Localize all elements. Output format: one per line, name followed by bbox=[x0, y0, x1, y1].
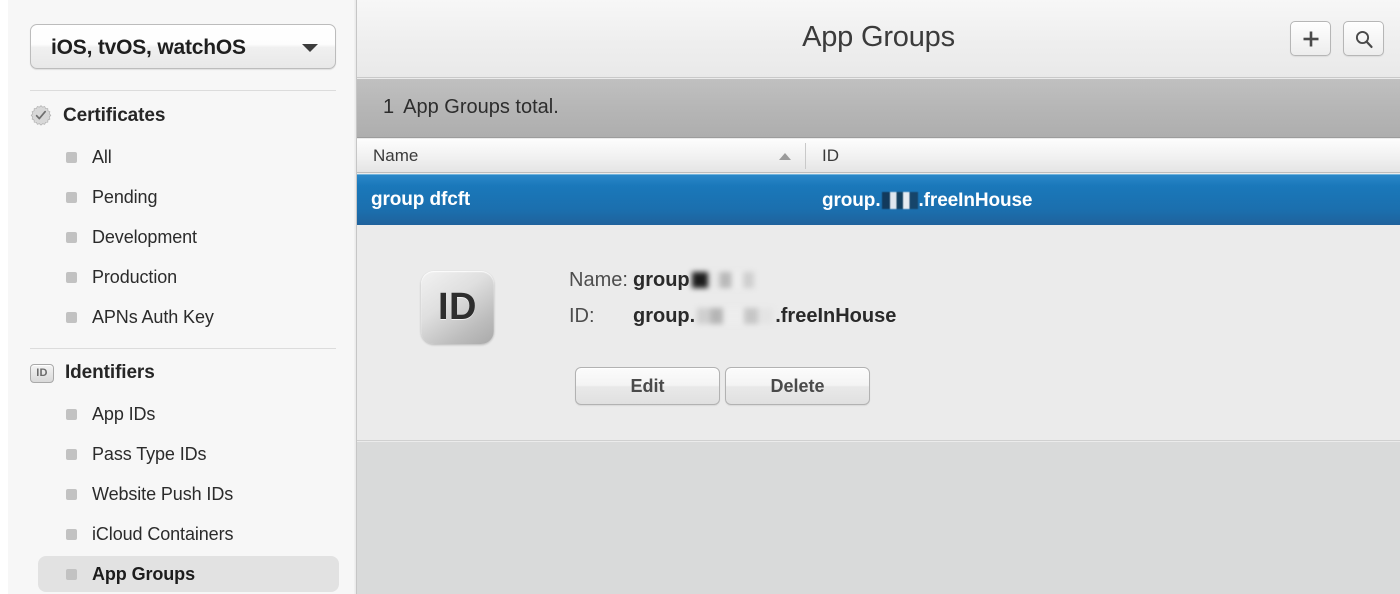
platform-select[interactable]: iOS, tvOS, watchOS bbox=[30, 24, 336, 69]
detail-panel: ID Name: group ID: group. .freeInHouse Ed… bbox=[357, 225, 1400, 441]
sidebar-item-app-groups[interactable]: App Groups bbox=[38, 556, 339, 592]
bullet-icon bbox=[66, 528, 77, 540]
bullet-icon bbox=[66, 271, 77, 283]
cell-id-suffix: .freeInHouse bbox=[918, 189, 1033, 211]
detail-value-name-prefix: group bbox=[633, 268, 690, 291]
edit-button[interactable]: Edit bbox=[575, 367, 720, 405]
status-bar: 1 App Groups total. bbox=[357, 79, 1400, 138]
sidebar: iOS, tvOS, watchOS Certificates All Pend… bbox=[8, 0, 357, 594]
id-app-group-icon: ID bbox=[421, 271, 494, 344]
search-button[interactable] bbox=[1343, 21, 1384, 56]
sidebar-item-development[interactable]: Development bbox=[38, 219, 339, 255]
sidebar-item-label: App Groups bbox=[92, 563, 195, 584]
redaction-block bbox=[697, 308, 774, 324]
table-header: Name ID bbox=[357, 139, 1400, 173]
sidebar-item-production[interactable]: Production bbox=[38, 259, 339, 295]
search-icon bbox=[1355, 30, 1373, 48]
detail-label-id: ID: bbox=[569, 304, 595, 327]
delete-button[interactable]: Delete bbox=[725, 367, 870, 405]
sidebar-divider-top bbox=[30, 90, 336, 91]
bullet-icon bbox=[66, 408, 77, 420]
detail-value-id: group. .freeInHouse bbox=[633, 305, 896, 328]
detail-field-id: ID: group. .freeInHouse bbox=[569, 303, 896, 329]
table-row[interactable]: group dfcft group. .freeInHouse bbox=[357, 174, 1400, 225]
sidebar-item-apns-auth-key[interactable]: APNs Auth Key bbox=[38, 299, 339, 335]
platform-select-value: iOS, tvOS, watchOS bbox=[51, 36, 246, 59]
bullet-icon bbox=[66, 311, 77, 323]
add-app-group-button[interactable] bbox=[1290, 21, 1331, 56]
sidebar-item-label: Pass Type IDs bbox=[92, 443, 207, 464]
main-content: App Groups 1 App Groups total. Name ID g… bbox=[357, 0, 1400, 594]
sidebar-group-certificates: Certificates bbox=[30, 102, 165, 130]
sidebar-divider-middle bbox=[30, 348, 336, 349]
status-label: App Groups total. bbox=[403, 96, 559, 118]
cell-id: group. .freeInHouse bbox=[822, 175, 1032, 225]
sidebar-item-label: Pending bbox=[92, 186, 158, 207]
redaction-block bbox=[881, 191, 918, 209]
bullet-icon bbox=[66, 191, 77, 203]
certificate-seal-icon bbox=[30, 105, 52, 126]
bullet-icon bbox=[66, 151, 77, 163]
sidebar-item-label: Website Push IDs bbox=[92, 483, 234, 504]
bullet-icon bbox=[66, 488, 77, 500]
detail-value-id-suffix: .freeInHouse bbox=[775, 304, 897, 327]
sidebar-item-label: All bbox=[92, 146, 112, 167]
sidebar-group-label: Identifiers bbox=[65, 362, 155, 383]
bullet-icon bbox=[66, 231, 77, 243]
column-divider bbox=[805, 143, 806, 169]
status-text: 1 App Groups total. bbox=[383, 79, 559, 138]
cell-name: group dfcft bbox=[371, 189, 471, 210]
cell-id-prefix: group. bbox=[822, 189, 881, 211]
id-badge-icon: ID bbox=[30, 363, 54, 383]
sidebar-item-label: iCloud Containers bbox=[92, 523, 234, 544]
status-count: 1 bbox=[383, 96, 395, 118]
sidebar-item-all[interactable]: All bbox=[38, 139, 339, 175]
sidebar-group-identifiers: ID Identifiers bbox=[30, 359, 155, 387]
sidebar-item-label: App IDs bbox=[92, 403, 156, 424]
sort-ascending-icon bbox=[779, 153, 791, 160]
page-title: App Groups bbox=[802, 21, 955, 53]
sidebar-item-label: Production bbox=[92, 266, 178, 287]
sidebar-item-label: Development bbox=[92, 226, 197, 247]
plus-icon bbox=[1303, 31, 1318, 46]
empty-area bbox=[357, 442, 1400, 594]
sidebar-item-app-ids[interactable]: App IDs bbox=[38, 396, 339, 432]
detail-field-name: Name: group bbox=[569, 267, 756, 293]
sidebar-group-label: Certificates bbox=[63, 105, 166, 126]
sidebar-item-website-push-ids[interactable]: Website Push IDs bbox=[38, 476, 339, 512]
header-bar: App Groups bbox=[357, 0, 1400, 78]
app-window: iOS, tvOS, watchOS Certificates All Pend… bbox=[0, 0, 1400, 594]
sidebar-item-pending[interactable]: Pending bbox=[38, 179, 339, 215]
bullet-icon bbox=[66, 568, 77, 580]
sidebar-item-pass-type-ids[interactable]: Pass Type IDs bbox=[38, 436, 339, 472]
bullet-icon bbox=[66, 448, 77, 460]
detail-value-id-prefix: group. bbox=[633, 304, 696, 327]
detail-label-name: Name: bbox=[569, 268, 628, 291]
sidebar-item-icloud-containers[interactable]: iCloud Containers bbox=[38, 516, 339, 552]
sidebar-item-label: APNs Auth Key bbox=[92, 306, 214, 327]
chevron-down-icon bbox=[302, 44, 318, 52]
column-header-name[interactable]: Name bbox=[373, 139, 418, 173]
column-header-id[interactable]: ID bbox=[822, 139, 839, 173]
redaction-block bbox=[691, 272, 754, 288]
detail-value-name: group bbox=[633, 269, 756, 292]
